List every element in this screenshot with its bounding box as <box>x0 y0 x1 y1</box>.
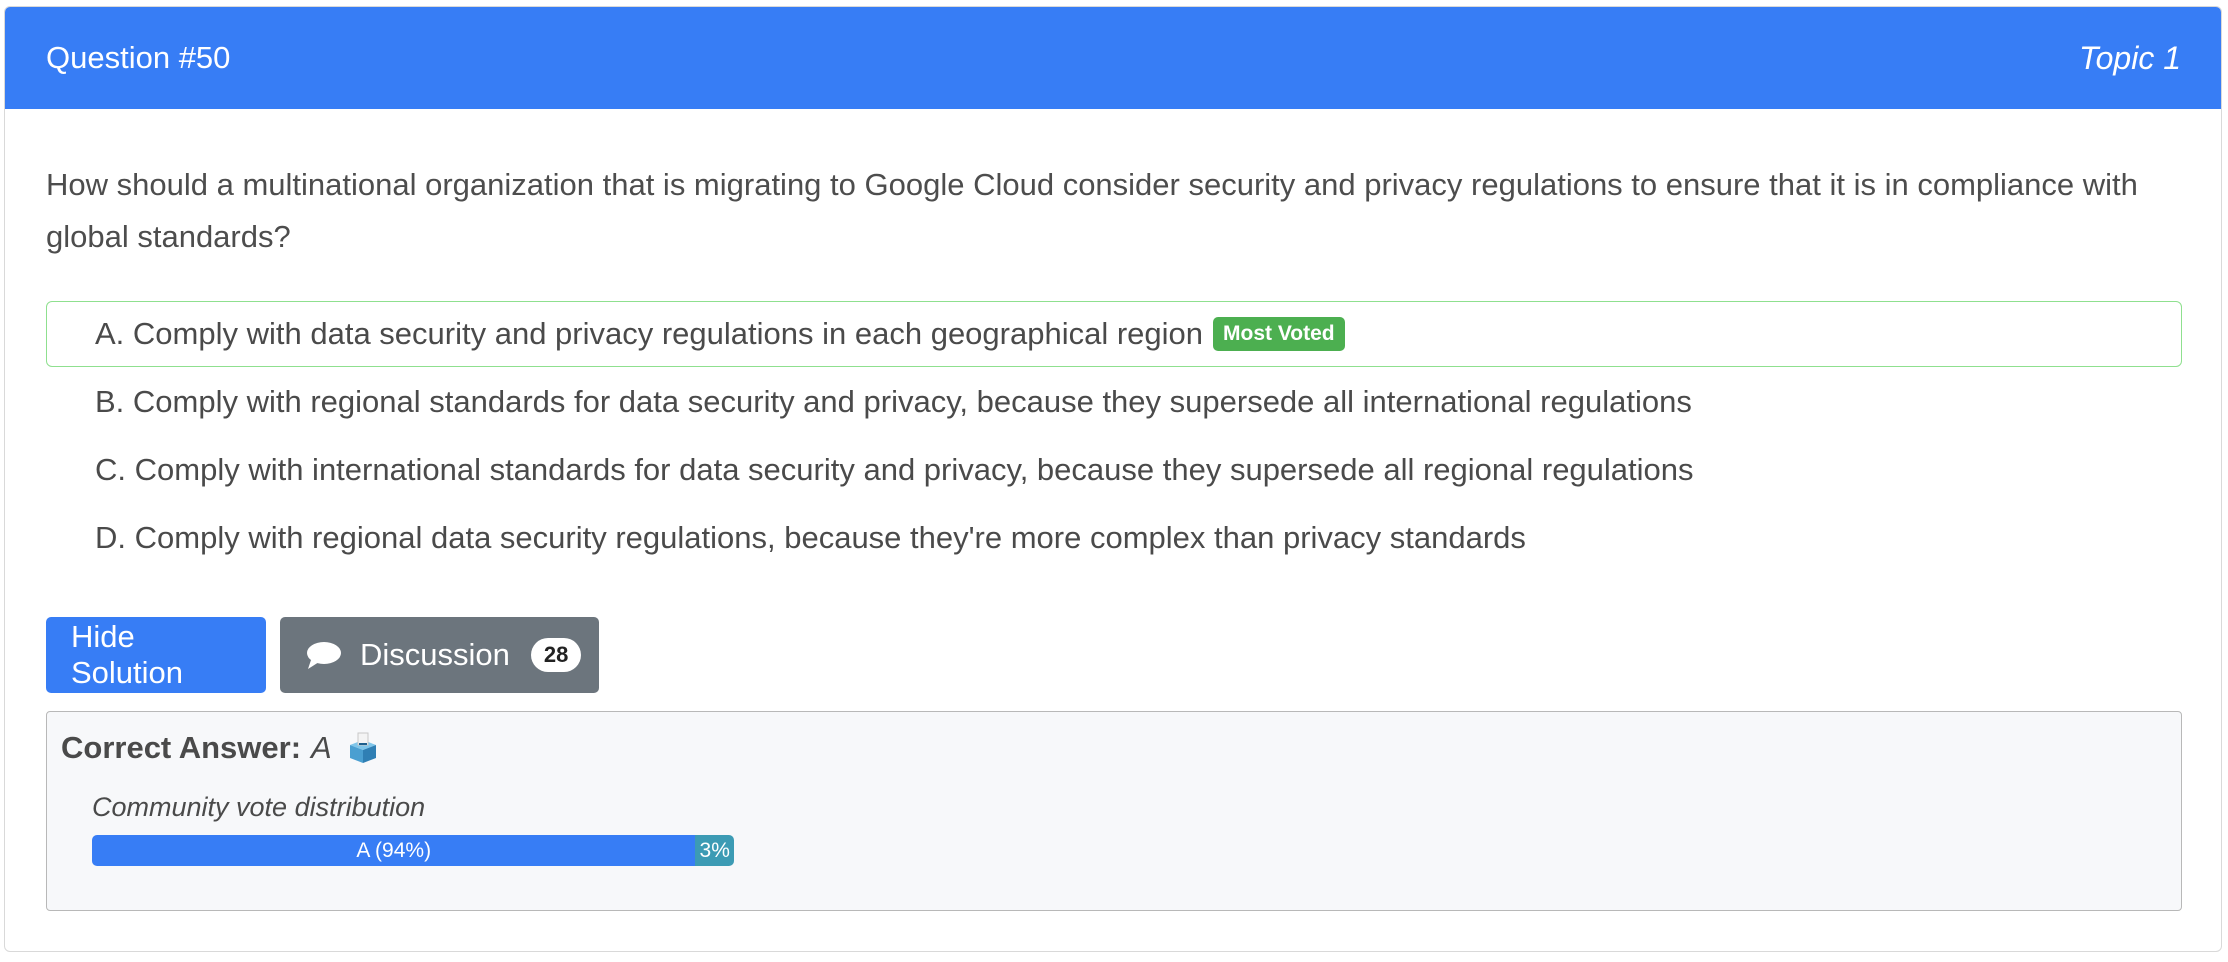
choice-letter: C. <box>95 452 126 487</box>
topic-label: Topic 1 <box>2079 39 2181 76</box>
choice-text: Comply with international standards for … <box>134 452 1694 487</box>
correct-answer-value: A <box>311 730 332 765</box>
vote-distribution-bar: A (94%) 3% <box>92 835 734 866</box>
discussion-count-badge: 28 <box>530 638 582 672</box>
solution-panel: Correct Answer: A Community vote distrib… <box>46 711 2182 911</box>
hide-solution-button[interactable]: Hide Solution <box>46 617 266 693</box>
vote-segment-other[interactable]: 3% <box>695 835 734 866</box>
vote-distribution-title: Community vote distribution <box>92 792 426 822</box>
hide-solution-label: Hide Solution <box>71 619 184 690</box>
choice-letter: A. <box>95 316 125 351</box>
question-text: How should a multinational organization … <box>46 167 2138 254</box>
discussion-button[interactable]: Discussion 28 <box>280 617 599 693</box>
speech-bubble-icon <box>305 640 343 670</box>
choice-text: Comply with regional data security regul… <box>134 520 1526 555</box>
question-number: Question #50 <box>46 40 231 75</box>
vote-distribution: Community vote distribution A (94%) 3% <box>92 792 2167 866</box>
choice-letter: B. <box>95 384 125 419</box>
vote-segment-label: 3% <box>699 838 730 862</box>
action-buttons: Hide Solution Discussion 28 <box>46 617 2180 693</box>
choice-a[interactable]: A. Comply with data security and privacy… <box>46 301 2182 367</box>
question-header: Question #50 Topic 1 <box>5 7 2221 109</box>
choice-text: Comply with regional standards for data … <box>132 384 1692 419</box>
ballot-box-icon <box>346 731 380 765</box>
most-voted-badge: Most Voted <box>1213 317 1345 351</box>
correct-answer-label: Correct Answer: <box>61 730 302 765</box>
choice-letter: D. <box>95 520 126 555</box>
choice-c[interactable]: C. Comply with international standards f… <box>46 437 2182 503</box>
choice-b[interactable]: B. Comply with regional standards for da… <box>46 369 2182 435</box>
choices-list: A. Comply with data security and privacy… <box>46 301 2182 571</box>
choice-text: Comply with data security and privacy re… <box>132 316 1204 351</box>
vote-segment-a[interactable]: A (94%) <box>92 835 696 866</box>
question-card: Question #50 Topic 1 How should a multin… <box>4 6 2222 952</box>
discussion-label: Discussion <box>360 637 510 672</box>
vote-segment-label: A (94%) <box>356 838 432 862</box>
correct-answer-line: Correct Answer: A <box>61 730 2167 766</box>
choice-d[interactable]: D. Comply with regional data security re… <box>46 505 2182 571</box>
question-body: How should a multinational organization … <box>5 159 2221 911</box>
